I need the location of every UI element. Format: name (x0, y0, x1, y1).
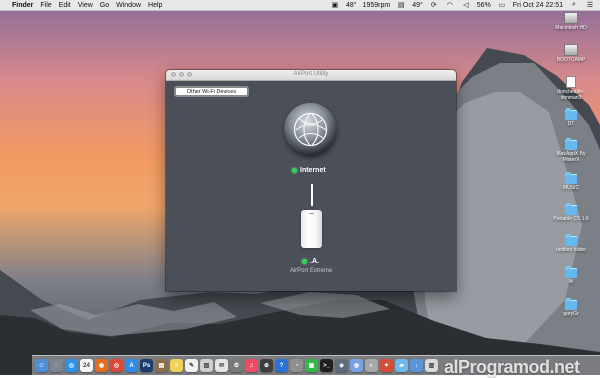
trash-icon[interactable]: ▥ (425, 359, 438, 372)
folder-icon[interactable]: ▰ (395, 359, 408, 372)
date-time[interactable]: Fri Oct 24 22:51 (513, 2, 563, 9)
wifi-icon[interactable]: ◠ (445, 1, 455, 9)
desktop-item-bootcamp[interactable]: BOOTCAMP (549, 44, 593, 63)
status-menu-area: ▣ 48° 1959rpm ▤ 49° ⟳ ◠ ◁ 56% ▭ Fri Oct … (330, 1, 595, 9)
device-status: .A. (302, 258, 319, 265)
launchpad-icon[interactable]: ◌ (50, 359, 63, 372)
preview-icon[interactable]: ▧ (200, 359, 213, 372)
desktop-item-label: doncheadle-ironman3 (557, 89, 585, 101)
chrome-icon[interactable]: ◎ (110, 359, 123, 372)
fan-speed[interactable]: 1959rpm (363, 2, 391, 9)
internet-globe-icon[interactable] (284, 103, 337, 156)
device-model: AirPort Extreme (289, 268, 333, 274)
folder-icon (565, 234, 577, 246)
sync-icon[interactable]: ⟳ (429, 1, 439, 9)
app-store-icon[interactable]: A (125, 359, 138, 372)
pages-icon[interactable]: ✎ (185, 359, 198, 372)
pdf-icon[interactable]: ✦ (380, 359, 393, 372)
terminal-icon[interactable]: >_ (320, 359, 333, 372)
drive-icon (564, 12, 578, 24)
desktop-item-w[interactable]: W (549, 266, 593, 285)
desktop-item-label: untitled folder (555, 247, 587, 253)
window-titlebar[interactable]: AirPort Utility (166, 70, 456, 81)
desktop-item-label: Portable CS 1.6 (553, 216, 589, 222)
menu-left: Finder File Edit View Go Window Help (5, 2, 162, 9)
online-status-icon (292, 168, 297, 173)
folder-icon (565, 298, 577, 310)
calendar-icon[interactable]: 24 (80, 359, 93, 372)
menu-bar: Finder File Edit View Go Window Help ▣ 4… (0, 0, 600, 11)
document-icon[interactable]: ▤ (155, 359, 168, 372)
desktop-item-macintosh-hd[interactable]: Macintosh HD (549, 12, 593, 31)
airport-utility-window: AirPort Utility Other Wi-Fi Devices Inte… (166, 70, 456, 291)
battery-temperature-icon[interactable]: ▤ (396, 1, 406, 9)
menu-window[interactable]: Window (116, 2, 141, 9)
notes-icon[interactable]: ≡ (170, 359, 183, 372)
internet-label: Internet (300, 167, 326, 174)
desktop-item-doncheadle[interactable]: doncheadle-ironman3 (549, 76, 593, 101)
globe-network-icon (293, 112, 328, 147)
notification-center-icon[interactable]: ☰ (585, 1, 595, 9)
help-icon[interactable]: ? (275, 359, 288, 372)
desktop-item-macappx[interactable]: MacAppX By MisterX (549, 138, 593, 163)
messages-icon[interactable]: ◔ (290, 359, 303, 372)
menu-file[interactable]: File (40, 2, 51, 9)
desktop-item-label: garyGr (563, 311, 579, 317)
folder-icon (565, 203, 577, 215)
battery-temperature[interactable]: 49° (412, 2, 423, 9)
menu-help[interactable]: Help (148, 2, 162, 9)
facetime-icon[interactable]: ▣ (305, 359, 318, 372)
system-preferences-icon[interactable]: ⚙ (230, 359, 243, 372)
firefox-icon[interactable]: ◉ (95, 359, 108, 372)
folder-icon (565, 108, 577, 120)
finder-icon[interactable]: ☺ (35, 359, 48, 372)
utility-icon[interactable]: ◐ (365, 359, 378, 372)
device-online-icon (302, 259, 307, 264)
photoshop-icon[interactable]: Ps (140, 359, 153, 372)
internet-status: Internet (292, 167, 326, 174)
volume-icon[interactable]: ◁ (461, 1, 471, 9)
cpu-icon[interactable]: ▣ (330, 1, 340, 9)
folder-icon (565, 138, 577, 150)
airport-extreme-icon[interactable] (301, 210, 322, 248)
drive-icon (564, 44, 578, 56)
menu-go[interactable]: Go (100, 2, 109, 9)
window-title: AirPort Utility (293, 71, 329, 77)
folder-icon (565, 172, 577, 184)
app-icon[interactable]: ◈ (335, 359, 348, 372)
battery-icon[interactable]: ▭ (497, 1, 507, 9)
spotlight-icon[interactable]: ⌕ (569, 1, 579, 9)
desktop-item-label: MUSIC (562, 185, 580, 191)
desktop-item-garygr[interactable]: garyGr (549, 298, 593, 317)
device-name: .A. (310, 258, 319, 265)
desktop-item-label: Macintosh HD (555, 25, 587, 31)
mail-icon[interactable]: ✉ (215, 359, 228, 372)
desktop-item-label: BOOTCAMP (556, 57, 586, 63)
desktop-item-label: W (568, 279, 574, 285)
desktop-item-untitled-folder[interactable]: untitled folder (549, 234, 593, 253)
menu-view[interactable]: View (78, 2, 93, 9)
desktop-item-portable-cs[interactable]: Portable CS 1.6 (549, 203, 593, 222)
menu-edit[interactable]: Edit (59, 2, 71, 9)
desktop-item-label: MacAppX By MisterX (556, 151, 586, 163)
menu-finder[interactable]: Finder (12, 2, 33, 9)
network-icon[interactable]: ◍ (350, 359, 363, 372)
folder-icon (565, 266, 577, 278)
document-icon (566, 76, 576, 88)
garage-icon[interactable]: ⊕ (260, 359, 273, 372)
safari-icon[interactable]: ◎ (65, 359, 78, 372)
other-wifi-devices-button[interactable]: Other Wi-Fi Devices (175, 87, 248, 96)
music-icon[interactable]: ♫ (245, 359, 258, 372)
desktop-item-music[interactable]: MUSIC (549, 172, 593, 191)
network-connection-line (311, 184, 313, 206)
cpu-temperature[interactable]: 48° (346, 2, 357, 9)
desktop-item-dt[interactable]: DT (549, 108, 593, 127)
desktop-item-label: DT (567, 121, 575, 127)
battery-percent[interactable]: 56% (477, 2, 491, 9)
download-icon[interactable]: ↓ (410, 359, 423, 372)
